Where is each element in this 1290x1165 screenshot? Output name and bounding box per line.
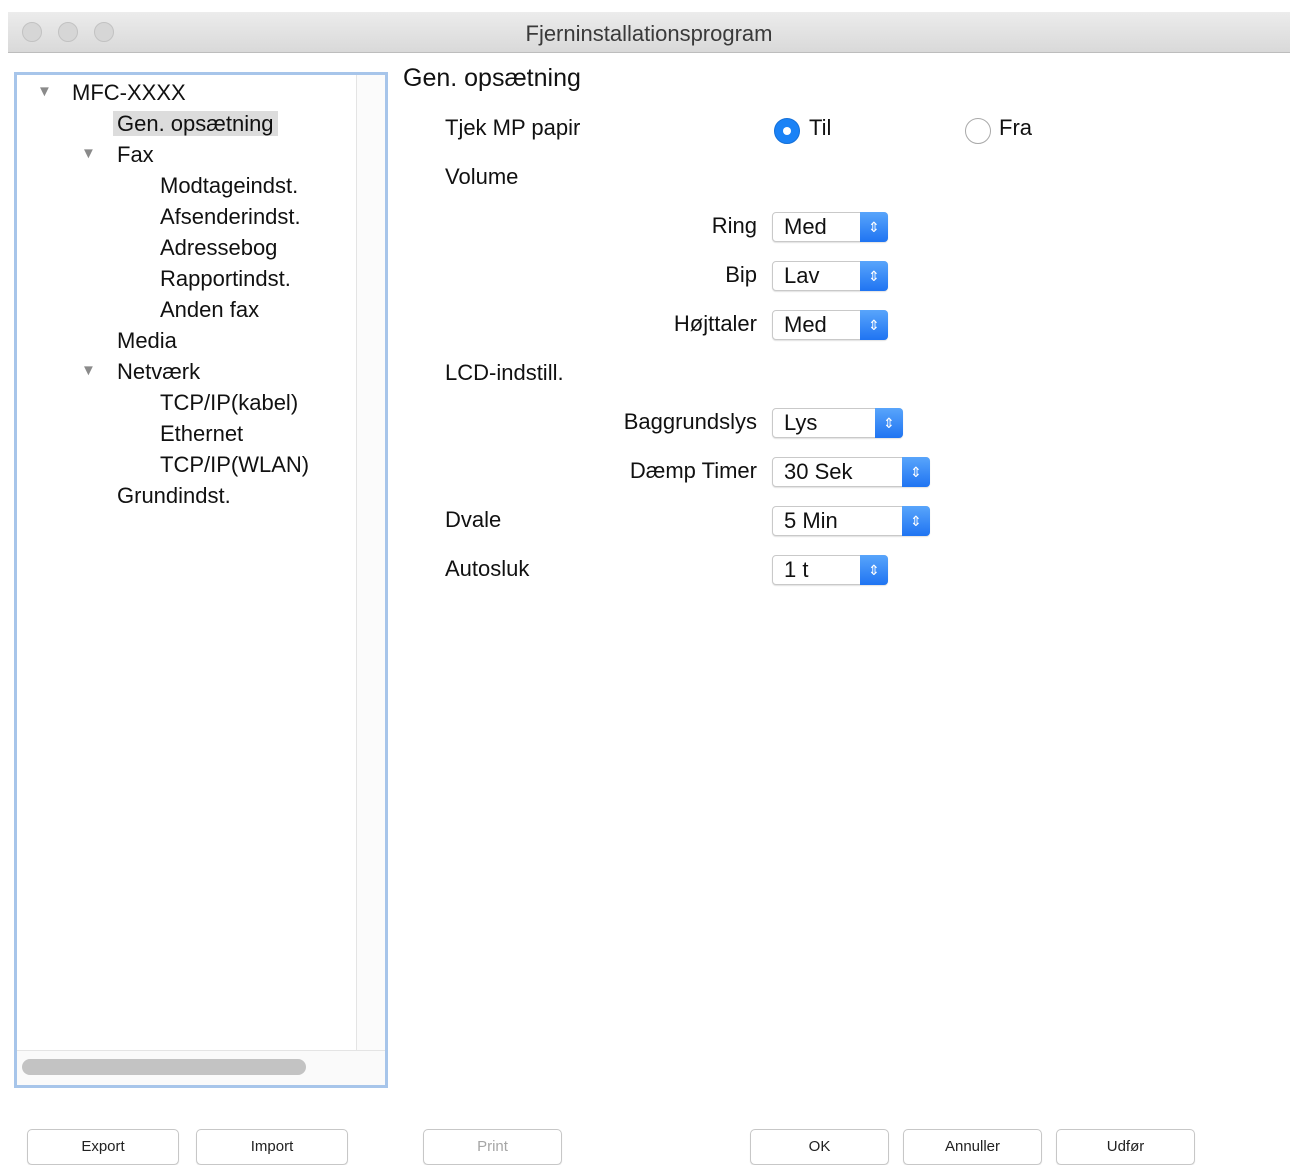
daemp-timer-select-value: 30 Sek: [784, 459, 853, 484]
disclosure-triangle-icon[interactable]: ▼: [37, 78, 52, 106]
updown-chevron-icon: ⇕: [875, 408, 903, 438]
tree-item-grundindst[interactable]: Grundindst.: [117, 482, 231, 510]
fra-radio-button[interactable]: [965, 118, 991, 144]
daemp-timer-select[interactable]: 30 Sek ⇕: [772, 457, 930, 487]
updown-chevron-icon: ⇕: [902, 457, 930, 487]
section-heading: Gen. opsætning: [403, 64, 581, 92]
tree-root-item[interactable]: MFC-XXXX: [72, 79, 186, 107]
til-radio-label[interactable]: Til: [809, 114, 831, 142]
tree-item-anden-fax[interactable]: Anden fax: [160, 296, 259, 324]
autosluk-select-value: 1 t: [784, 557, 809, 582]
autosluk-select[interactable]: 1 t ⇕: [772, 555, 888, 585]
lcd-indstill-label: LCD-indstill.: [445, 360, 564, 385]
settings-tree[interactable]: ▼ MFC-XXXX Gen. opsætning ▼ Fax Modtagei…: [14, 72, 388, 1088]
bip-label: Bip: [725, 262, 757, 287]
tree-item-media[interactable]: Media: [117, 327, 177, 355]
udfoer-button[interactable]: Udfør: [1056, 1129, 1195, 1165]
horizontal-scroll-thumb[interactable]: [22, 1059, 306, 1075]
tree-item-ethernet[interactable]: Ethernet: [160, 420, 243, 448]
disclosure-triangle-icon[interactable]: ▼: [81, 357, 96, 385]
window-title: Fjerninstallationsprogram: [525, 21, 773, 46]
tree-item-fax[interactable]: Fax: [117, 141, 154, 169]
tree-item-label: Gen. opsætning: [113, 111, 278, 136]
annuller-button[interactable]: Annuller: [903, 1129, 1042, 1165]
ring-label: Ring: [711, 213, 757, 238]
fra-radio-label[interactable]: Fra: [999, 114, 1032, 142]
updown-chevron-icon: ⇕: [860, 261, 888, 291]
tjek-mp-papir-label: Tjek MP papir: [445, 115, 581, 140]
bip-select[interactable]: Lav ⇕: [772, 261, 888, 291]
print-button[interactable]: Print: [423, 1129, 562, 1165]
tree-item-adressebog[interactable]: Adressebog: [160, 234, 277, 262]
daemp-timer-label: Dæmp Timer: [629, 458, 757, 483]
export-button[interactable]: Export: [27, 1129, 179, 1165]
tree-item-modtageindst[interactable]: Modtageindst.: [160, 172, 298, 200]
dvale-select-value: 5 Min: [784, 508, 838, 533]
dvale-select[interactable]: 5 Min ⇕: [772, 506, 930, 536]
tree-item-gen-opsaetning[interactable]: Gen. opsætning: [113, 110, 278, 138]
tree-item-rapportindst[interactable]: Rapportindst.: [160, 265, 291, 293]
tree-item-afsenderindst[interactable]: Afsenderindst.: [160, 203, 301, 231]
tree-item-tcpip-kabel[interactable]: TCP/IP(kabel): [160, 389, 298, 417]
ring-select[interactable]: Med ⇕: [772, 212, 888, 242]
tree-item-netvaerk[interactable]: Netværk: [117, 358, 200, 386]
hoejttaler-select-value: Med: [784, 312, 827, 337]
import-button[interactable]: Import: [196, 1129, 348, 1165]
title-bar: Fjerninstallationsprogram: [8, 12, 1290, 53]
til-radio-button[interactable]: [774, 118, 800, 144]
hoejttaler-label: Højttaler: [673, 311, 757, 336]
updown-chevron-icon: ⇕: [860, 310, 888, 340]
tree-item-tcpip-wlan[interactable]: TCP/IP(WLAN): [160, 451, 309, 479]
vertical-scrollbar[interactable]: [356, 75, 385, 1055]
horizontal-scrollbar[interactable]: [17, 1050, 385, 1085]
disclosure-triangle-icon[interactable]: ▼: [81, 140, 96, 168]
updown-chevron-icon: ⇕: [902, 506, 930, 536]
hoejttaler-select[interactable]: Med ⇕: [772, 310, 888, 340]
baggrundslys-select-value: Lys: [784, 410, 818, 435]
autosluk-label: Autosluk: [445, 556, 530, 581]
bip-select-value: Lav: [784, 263, 820, 288]
dvale-label: Dvale: [445, 507, 502, 532]
baggrundslys-select[interactable]: Lys ⇕: [772, 408, 903, 438]
baggrundslys-label: Baggrundslys: [623, 409, 757, 434]
ok-button[interactable]: OK: [750, 1129, 889, 1165]
volume-label: Volume: [445, 164, 519, 189]
ring-select-value: Med: [784, 214, 827, 239]
updown-chevron-icon: ⇕: [860, 555, 888, 585]
updown-chevron-icon: ⇕: [860, 212, 888, 242]
